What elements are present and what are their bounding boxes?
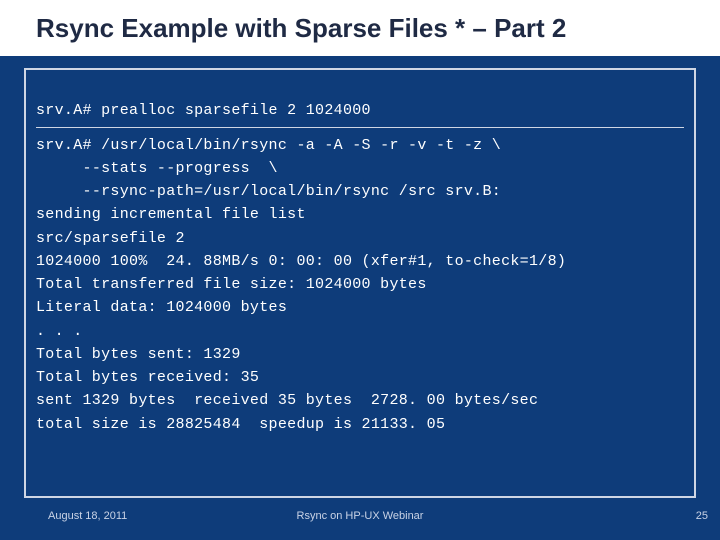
out-file: src/sparsefile 2 <box>36 230 185 247</box>
cmd2-line1: srv.A# /usr/local/bin/rsync -a -A -S -r … <box>36 137 501 154</box>
cmd2-line3: --rsync-path=/usr/local/bin/rsync /src s… <box>36 183 501 200</box>
title-bar: Rsync Example with Sparse Files * – Part… <box>0 0 720 56</box>
footer-title: Rsync on HP-UX Webinar <box>0 510 720 522</box>
cmd2-line2: --stats --progress \ <box>36 160 278 177</box>
out-summary1: sent 1329 bytes received 35 bytes 2728. … <box>36 392 538 409</box>
out-total-transferred: Total transferred file size: 1024000 byt… <box>36 276 427 293</box>
slide-title: Rsync Example with Sparse Files * – Part… <box>36 13 566 44</box>
out-sending: sending incremental file list <box>36 206 306 223</box>
out-summary2: total size is 28825484 speedup is 21133.… <box>36 416 445 433</box>
terminal-output: srv.A# prealloc sparsefile 2 1024000 srv… <box>24 68 696 498</box>
slide: Rsync Example with Sparse Files * – Part… <box>0 0 720 540</box>
out-bytes-sent: Total bytes sent: 1329 <box>36 346 241 363</box>
divider <box>36 127 684 128</box>
footer-page: 25 <box>696 510 708 522</box>
out-ellipsis: . . . <box>36 323 83 340</box>
out-progress: 1024000 100% 24. 88MB/s 0: 00: 00 (xfer#… <box>36 253 566 270</box>
cmd1-prompt: srv.A# <box>36 102 92 119</box>
cmd1-rest: prealloc sparsefile 2 1024000 <box>92 102 371 119</box>
out-literal: Literal data: 1024000 bytes <box>36 299 287 316</box>
out-bytes-recv: Total bytes received: 35 <box>36 369 259 386</box>
